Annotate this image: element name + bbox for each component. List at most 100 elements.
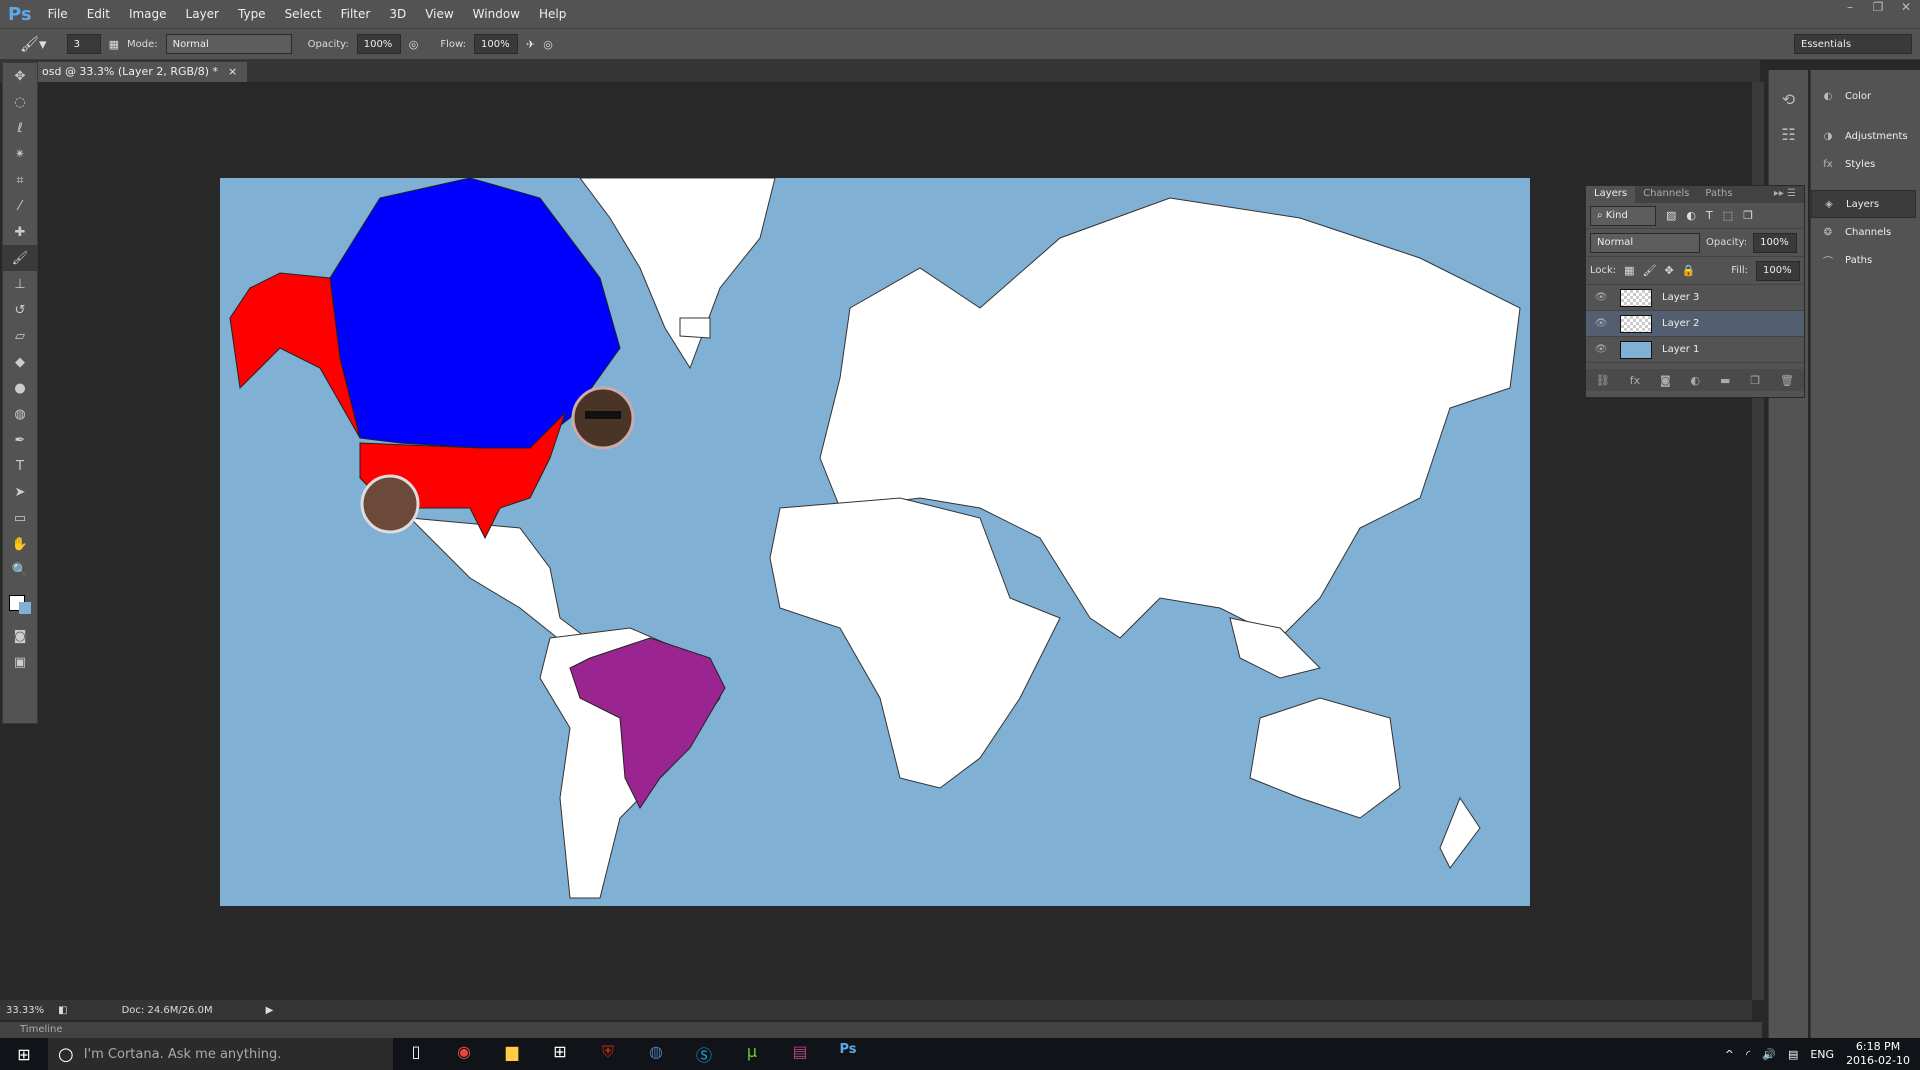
menu-view[interactable]: View bbox=[425, 7, 453, 21]
path-select-tool[interactable]: ➤ bbox=[3, 479, 37, 505]
document-tab[interactable]: osd @ 33.3% (Layer 2, RGB/8) * × bbox=[32, 62, 248, 82]
brush-size-picker[interactable]: 3 bbox=[66, 34, 101, 54]
marquee-tool[interactable]: ◌ bbox=[3, 89, 37, 115]
close-tab-icon[interactable]: × bbox=[228, 65, 237, 79]
brush-tool-icon[interactable]: 🖌▾ bbox=[20, 35, 47, 53]
history-panel-icon[interactable]: ⟲ bbox=[1769, 90, 1808, 109]
menu-type[interactable]: Type bbox=[238, 7, 266, 21]
layer-filter-select[interactable]: ⌕ Kind bbox=[1590, 205, 1656, 226]
wifi-icon[interactable]: ◜ bbox=[1746, 1048, 1750, 1061]
panel-menu-icon[interactable]: ▸▸ ☰ bbox=[1766, 186, 1804, 203]
visibility-eye-icon[interactable]: 👁 bbox=[1586, 344, 1616, 355]
eyedropper-tool[interactable]: ⁄ bbox=[3, 193, 37, 219]
layer-row-selected[interactable]: 👁 Layer 2 bbox=[1586, 311, 1804, 337]
file-explorer-icon[interactable]: ▆ bbox=[488, 1042, 536, 1066]
restore-button[interactable]: ❐ bbox=[1864, 0, 1892, 22]
dock-color[interactable]: ◐ Color bbox=[1811, 82, 1920, 110]
close-button[interactable]: ✕ bbox=[1892, 0, 1920, 22]
store-icon[interactable]: ⊞ bbox=[536, 1042, 584, 1066]
status-menu-arrow-icon[interactable]: ▶ bbox=[266, 1005, 274, 1016]
timeline-panel-tab[interactable]: Timeline bbox=[0, 1022, 1762, 1038]
utorrent-icon[interactable]: µ bbox=[728, 1042, 776, 1066]
menu-help[interactable]: Help bbox=[539, 7, 566, 21]
start-button[interactable]: ⊞ bbox=[0, 1045, 48, 1064]
chrome-icon[interactable]: ◉ bbox=[440, 1042, 488, 1066]
menu-filter[interactable]: Filter bbox=[341, 7, 371, 21]
menu-window[interactable]: Window bbox=[473, 7, 520, 21]
move-tool[interactable]: ✥ bbox=[3, 63, 37, 89]
quick-mask-icon[interactable]: ◙ bbox=[3, 623, 37, 649]
language-indicator[interactable]: ENG bbox=[1810, 1048, 1834, 1061]
pen-tool[interactable]: ✒ bbox=[3, 427, 37, 453]
type-tool[interactable]: T bbox=[3, 453, 37, 479]
opacity-input[interactable]: 100% bbox=[356, 34, 401, 54]
lasso-tool[interactable]: ℓ bbox=[3, 115, 37, 141]
menu-file[interactable]: File bbox=[48, 7, 68, 21]
properties-panel-icon[interactable]: ☷ bbox=[1769, 125, 1808, 144]
tab-paths[interactable]: Paths bbox=[1697, 186, 1740, 203]
link-layers-icon[interactable]: ⛓ bbox=[1596, 374, 1610, 387]
mcafee-icon[interactable]: ⛨ bbox=[584, 1042, 632, 1066]
filter-pixel-icon[interactable]: ▨ bbox=[1666, 209, 1676, 222]
pressure-size-icon[interactable]: ◎ bbox=[543, 38, 553, 51]
lock-position-icon[interactable]: ✥ bbox=[1665, 264, 1674, 277]
crop-tool[interactable]: ⌗ bbox=[3, 167, 37, 193]
volume-icon[interactable]: 🔊 bbox=[1762, 1048, 1776, 1061]
tray-chevron-icon[interactable]: ^ bbox=[1725, 1048, 1734, 1061]
new-group-icon[interactable]: ▬ bbox=[1720, 374, 1730, 387]
zoom-tool[interactable]: 🔍 bbox=[3, 557, 37, 583]
winrar-icon[interactable]: ▤ bbox=[776, 1042, 824, 1066]
menu-select[interactable]: Select bbox=[285, 7, 322, 21]
lock-transparent-icon[interactable]: ▦ bbox=[1624, 264, 1634, 277]
steam-icon[interactable]: ◍ bbox=[632, 1042, 680, 1066]
tab-channels[interactable]: Channels bbox=[1635, 186, 1697, 203]
dock-paths[interactable]: ⌒ Paths bbox=[1811, 246, 1920, 274]
add-mask-icon[interactable]: ◙ bbox=[1660, 374, 1671, 387]
dock-styles[interactable]: fx Styles bbox=[1811, 150, 1920, 178]
dock-channels[interactable]: ❂ Channels bbox=[1811, 218, 1920, 246]
blur-tool[interactable]: ● bbox=[3, 375, 37, 401]
dock-adjustments[interactable]: ◑ Adjustments bbox=[1811, 122, 1920, 150]
magic-wand-tool[interactable]: ✴ bbox=[3, 141, 37, 167]
layer-row[interactable]: 👁 Layer 1 bbox=[1586, 337, 1804, 363]
filter-shape-icon[interactable]: ⬚ bbox=[1723, 209, 1733, 222]
adjustment-layer-icon[interactable]: ◐ bbox=[1691, 374, 1701, 387]
filter-smart-object-icon[interactable]: ❐ bbox=[1743, 209, 1753, 222]
tab-layers[interactable]: Layers bbox=[1586, 186, 1636, 203]
filter-adjustment-icon[interactable]: ◐ bbox=[1686, 209, 1696, 222]
layer-opacity-input[interactable]: 100% bbox=[1753, 232, 1798, 253]
cortana-search[interactable]: ○ I'm Cortana. Ask me anything. bbox=[48, 1038, 393, 1070]
delete-layer-icon[interactable]: 🗑 bbox=[1780, 374, 1794, 387]
paint-bucket-tool[interactable]: ◆ bbox=[3, 349, 37, 375]
task-view-icon[interactable]: ▯ bbox=[392, 1042, 440, 1066]
lock-all-icon[interactable]: 🔒 bbox=[1682, 264, 1696, 277]
visibility-eye-icon[interactable]: 👁 bbox=[1586, 318, 1616, 329]
skype-icon[interactable]: Ⓢ bbox=[680, 1042, 728, 1066]
layer-style-icon[interactable]: fx bbox=[1630, 374, 1640, 387]
status-info-icon[interactable]: ◧ bbox=[58, 1005, 67, 1016]
history-brush-tool[interactable]: ↺ bbox=[3, 297, 37, 323]
document-canvas[interactable] bbox=[220, 178, 1530, 906]
minimize-button[interactable]: – bbox=[1836, 0, 1864, 22]
dodge-tool[interactable]: ◍ bbox=[3, 401, 37, 427]
lock-image-icon[interactable]: 🖌 bbox=[1643, 264, 1657, 277]
pressure-opacity-icon[interactable]: ◎ bbox=[409, 38, 419, 51]
flow-input[interactable]: 100% bbox=[473, 34, 518, 54]
blend-mode-select[interactable]: Normal bbox=[1590, 232, 1700, 253]
new-layer-icon[interactable]: ❐ bbox=[1750, 374, 1760, 387]
menu-image[interactable]: Image bbox=[129, 7, 167, 21]
brush-panel-icon[interactable]: ▦ bbox=[109, 38, 119, 51]
photoshop-taskbar-icon[interactable]: Ps bbox=[824, 1042, 872, 1066]
brush-tool[interactable]: 🖌 bbox=[3, 245, 37, 271]
clock[interactable]: 6:18 PM 2016-02-10 bbox=[1846, 1040, 1910, 1068]
menu-3d[interactable]: 3D bbox=[389, 7, 406, 21]
layer-row[interactable]: 👁 Layer 3 bbox=[1586, 285, 1804, 311]
mode-select[interactable]: Normal bbox=[165, 34, 292, 54]
color-swatches[interactable] bbox=[3, 583, 37, 623]
filter-type-icon[interactable]: T bbox=[1706, 209, 1713, 222]
visibility-eye-icon[interactable]: 👁 bbox=[1586, 292, 1616, 303]
eraser-tool[interactable]: ▱ bbox=[3, 323, 37, 349]
menu-layer[interactable]: Layer bbox=[186, 7, 219, 21]
hand-tool[interactable]: ✋ bbox=[3, 531, 37, 557]
screen-mode-icon[interactable]: ▣ bbox=[3, 649, 37, 675]
